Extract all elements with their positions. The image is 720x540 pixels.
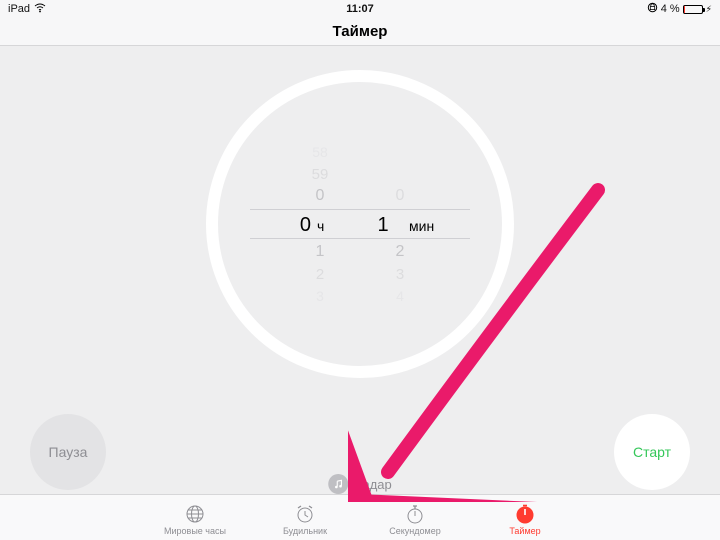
picker-minutes-unit: мин bbox=[409, 211, 449, 241]
picker-hours-selected[interactable]: 0 bbox=[271, 210, 311, 240]
music-note-icon bbox=[328, 474, 348, 494]
battery-icon bbox=[683, 5, 703, 14]
picker-minutes-selected[interactable]: 1 bbox=[363, 210, 403, 240]
tab-bar: Мировые часы Будильник Секундомер Таймер bbox=[0, 494, 720, 540]
charging-icon: ⚡︎ bbox=[706, 4, 712, 15]
page-title: Таймер bbox=[333, 23, 388, 40]
start-label: Старт bbox=[633, 444, 671, 460]
device-label: iPad bbox=[8, 3, 30, 15]
time-picker[interactable]: 58 59 0 0 0 ч 1 мин 1 2 2 3 3 4 bbox=[250, 141, 470, 307]
tab-label: Секундомер bbox=[389, 526, 440, 536]
main-area: 58 59 00 0 ч 1 мин 12 23 34 Пауза Старт … bbox=[0, 46, 720, 494]
picker-selected-row: 0 ч 1 мин bbox=[250, 209, 470, 239]
tab-label: Мировые часы bbox=[164, 526, 226, 536]
picker-hours-opt[interactable]: 59 bbox=[300, 166, 340, 183]
tab-alarm[interactable]: Будильник bbox=[270, 503, 340, 536]
tab-timer[interactable]: Таймер bbox=[490, 503, 560, 536]
alarm-clock-icon bbox=[294, 503, 316, 525]
sound-label: Радар bbox=[354, 477, 392, 492]
picker-hours-unit: ч bbox=[317, 211, 357, 241]
battery-percent: 4 % bbox=[661, 3, 680, 15]
tab-label: Таймер bbox=[509, 526, 540, 536]
orientation-lock-icon bbox=[647, 2, 658, 16]
tab-label: Будильник bbox=[283, 526, 327, 536]
picker-min-opt[interactable]: 4 bbox=[380, 288, 420, 304]
picker-hours-opt[interactable]: 3 bbox=[300, 288, 340, 304]
pause-label: Пауза bbox=[49, 444, 88, 460]
globe-icon bbox=[184, 503, 206, 525]
picker-hours-opt[interactable]: 2 bbox=[300, 266, 340, 283]
timer-icon bbox=[514, 503, 536, 525]
picker-hours-opt[interactable]: 58 bbox=[300, 144, 340, 160]
pause-button[interactable]: Пауза bbox=[30, 414, 106, 490]
stopwatch-icon bbox=[404, 503, 426, 525]
picker-min-opt[interactable]: 0 bbox=[380, 187, 420, 205]
picker-hours-opt[interactable]: 1 bbox=[300, 243, 340, 261]
sound-picker[interactable]: Радар bbox=[328, 474, 392, 494]
status-bar: iPad 11:07 4 % ⚡︎ bbox=[0, 0, 720, 18]
picker-min-opt[interactable]: 2 bbox=[380, 243, 420, 261]
title-bar: Таймер bbox=[0, 18, 720, 46]
start-button[interactable]: Старт bbox=[614, 414, 690, 490]
picker-hours-opt[interactable]: 0 bbox=[300, 187, 340, 205]
tab-stopwatch[interactable]: Секундомер bbox=[380, 503, 450, 536]
picker-min-opt[interactable]: 3 bbox=[380, 266, 420, 283]
tab-world-clock[interactable]: Мировые часы bbox=[160, 503, 230, 536]
status-time: 11:07 bbox=[346, 3, 374, 15]
wifi-icon bbox=[34, 3, 46, 16]
